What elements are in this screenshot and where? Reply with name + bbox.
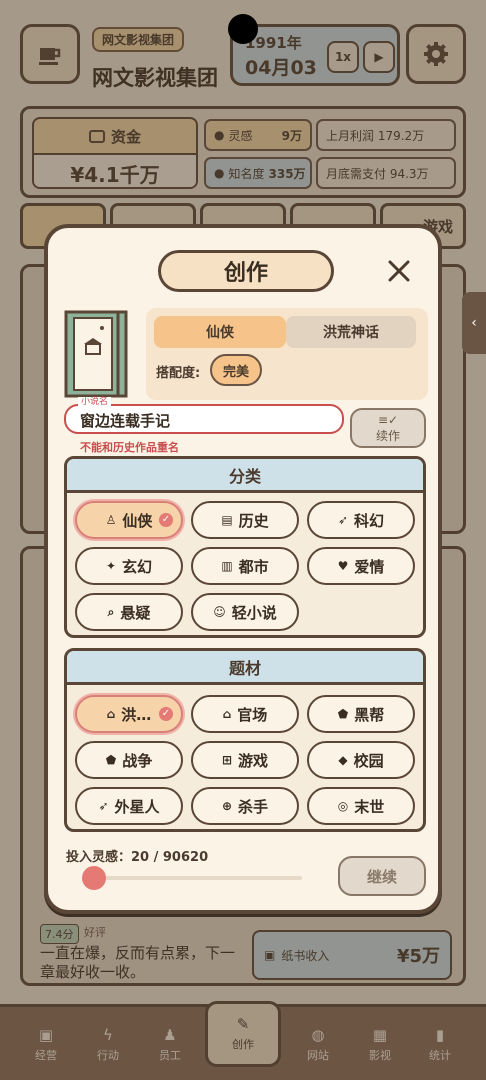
genre-tab-honghuang[interactable]: 洪荒神话 [286, 316, 416, 348]
sequel-button[interactable]: ≡✓ 续作 [350, 408, 426, 448]
scroll-icon: ▤ [221, 513, 233, 527]
category-option[interactable]: ▥ 都市 [191, 547, 299, 585]
category-option[interactable]: ▤ 历史 [191, 501, 299, 539]
theme-option[interactable]: ⊕ 杀手 [191, 787, 299, 825]
graduation-cap-icon: ◆ [338, 753, 348, 767]
match-badge: 完美 [210, 354, 262, 386]
heart-icon: ♥ [337, 559, 349, 573]
option-label: 官场 [237, 705, 268, 724]
radiation-icon: ◎ [337, 799, 349, 813]
city-icon: ▥ [221, 559, 233, 573]
smile-icon: ☺ [213, 605, 226, 619]
rocket-icon: ➶ [337, 513, 349, 527]
category-section: 分类 ♙ 仙侠 ✓ ▤ 历史 ➶ 科幻 ✦ 玄幻 ▥ 都市 ♥ 爱情 ⌕ 悬疑 ☺ 轻小说 [64, 456, 426, 638]
option-label: 历史 [238, 511, 269, 530]
shield-icon: ⬟ [337, 707, 349, 721]
theme-option[interactable]: ⌂ 官场 [191, 695, 299, 733]
option-label: 玄幻 [122, 557, 153, 576]
theme-option[interactable]: ◎ 末世 [307, 787, 415, 825]
book-cover[interactable] [64, 310, 130, 398]
category-option[interactable]: ☺ 轻小说 [191, 593, 299, 631]
category-option[interactable]: ✦ 玄幻 [75, 547, 183, 585]
inspiration-slider-track[interactable] [92, 876, 302, 880]
theme-section: 题材 ⌂ 洪… ✓ ⌂ 官场 ⬟ 黑帮 ⬟ 战争 ⊞ 游戏 ◆ 校园 ➶ 外星人 ⊕ 杀手 ◎ 末世 [64, 648, 426, 832]
option-label: 外星人 [114, 797, 160, 816]
novel-name-input[interactable] [80, 411, 330, 429]
option-label: 杀手 [238, 797, 269, 816]
theme-option[interactable]: ⬟ 战争 [75, 741, 183, 779]
inspiration-input-label: 投入灵感：20 / 90620 [66, 850, 209, 865]
option-label: 校园 [353, 751, 384, 770]
government-icon: ⌂ [222, 707, 232, 721]
category-option[interactable]: ♙ 仙侠 ✓ [75, 501, 183, 539]
option-label: 黑帮 [354, 705, 385, 724]
option-label: 仙侠 [122, 511, 153, 530]
crosshair-icon: ⊕ [221, 799, 233, 813]
sequel-label: 续作 [375, 428, 400, 443]
theme-title: 题材 [67, 651, 423, 685]
genre-panel: 仙侠 洪荒神话 搭配度: 完美 [146, 308, 428, 400]
rocket-icon: ➶ [98, 799, 109, 813]
category-option[interactable]: ⌕ 悬疑 [75, 593, 183, 631]
category-option[interactable]: ➶ 科幻 [307, 501, 415, 539]
option-label: 爱情 [354, 557, 385, 576]
option-label: 游戏 [238, 751, 269, 770]
option-label: 洪… [121, 705, 152, 724]
novel-name-error: 不能和历史作品重名 [80, 441, 179, 454]
genre-tab-xianxia[interactable]: 仙侠 [154, 316, 286, 348]
list-check-icon: ≡✓ [377, 412, 399, 427]
category-title: 分类 [67, 459, 423, 493]
chevron-left-icon: ‹ [471, 315, 477, 331]
novel-name-field[interactable]: 小说名 [64, 397, 344, 434]
theme-option[interactable]: ⌂ 洪… ✓ [75, 695, 183, 733]
close-button[interactable] [384, 256, 414, 286]
check-icon: ✓ [159, 707, 173, 721]
option-label: 轻小说 [231, 603, 277, 622]
temple-icon: ⌂ [106, 707, 116, 721]
dialog-title: 创作 [158, 250, 334, 292]
category-option[interactable]: ♥ 爱情 [307, 547, 415, 585]
camera-cutout [228, 14, 258, 44]
option-label: 悬疑 [120, 603, 151, 622]
close-icon [388, 260, 410, 282]
option-label: 科幻 [354, 511, 385, 530]
theme-option[interactable]: ➶ 外星人 [75, 787, 183, 825]
sparkle-icon: ✦ [105, 559, 117, 573]
theme-option[interactable]: ⊞ 游戏 [191, 741, 299, 779]
option-label: 战争 [122, 751, 153, 770]
theme-option[interactable]: ⬟ 黑帮 [307, 695, 415, 733]
inspiration-slider-thumb[interactable] [82, 866, 107, 890]
book-cover-icon [64, 310, 128, 398]
match-label: 搭配度: [156, 366, 201, 381]
check-icon: ✓ [159, 513, 173, 527]
novel-name-caption: 小说名 [78, 397, 112, 408]
theme-option[interactable]: ◆ 校园 [307, 741, 415, 779]
gamepad-icon: ⊞ [221, 753, 233, 767]
shield-icon: ⬟ [105, 753, 117, 767]
option-label: 都市 [238, 557, 269, 576]
meditation-icon: ♙ [105, 513, 117, 527]
create-novel-dialog: 创作 仙侠 洪荒神话 搭配度: 完美 小说名 不能和历史作品重名 ≡✓ 续作 分… [44, 224, 442, 914]
side-drawer-handle[interactable]: ‹ [462, 292, 486, 354]
option-label: 末世 [354, 797, 385, 816]
continue-button[interactable]: 继续 [338, 856, 426, 896]
magnifier-icon: ⌕ [107, 605, 115, 619]
